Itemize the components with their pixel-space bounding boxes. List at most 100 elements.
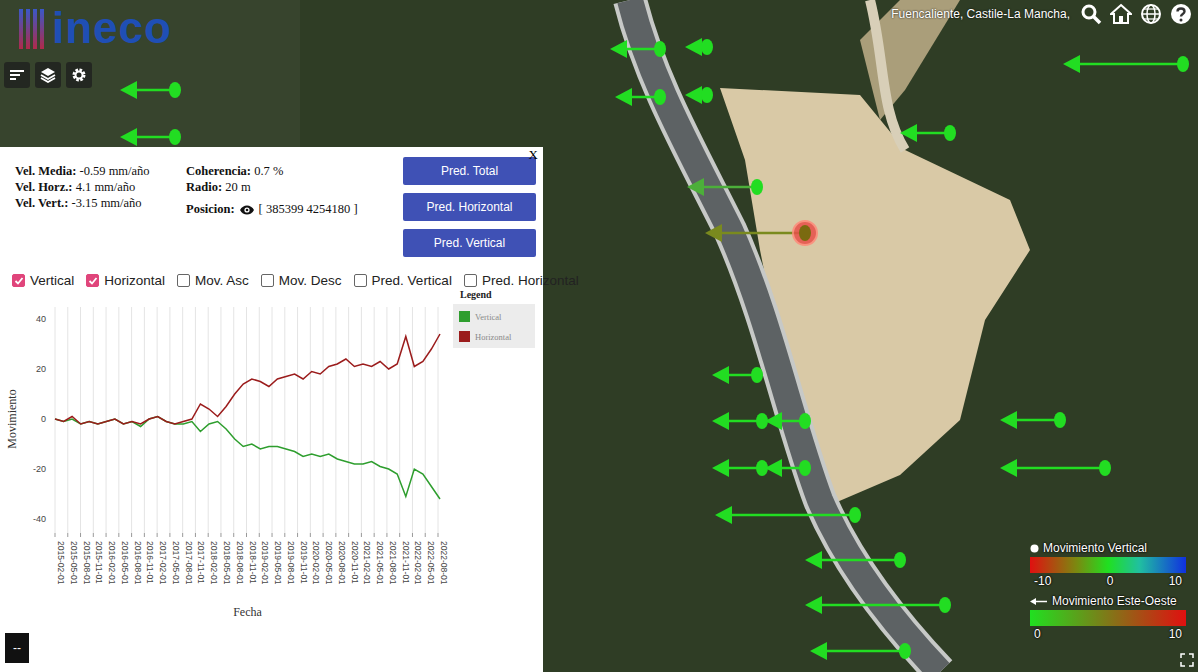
map-marker[interactable] (712, 459, 768, 477)
home-button[interactable] (1110, 3, 1132, 25)
grid-line (80, 307, 81, 533)
legend-title: Movimiento Vertical (1043, 541, 1147, 555)
series-checkbox[interactable]: Mov. Desc (261, 273, 342, 288)
x-tick-label: 2019-11-01 (299, 541, 309, 584)
scale-tick: 10 (1169, 574, 1182, 588)
east-west-arrow-icon (712, 366, 757, 384)
series-checkbox[interactable]: Pred. Horizontal (464, 273, 579, 288)
checkbox-box[interactable] (354, 274, 367, 287)
vertical-dot (899, 643, 911, 659)
checkbox-box[interactable] (86, 274, 99, 287)
east-west-arrow-icon (805, 551, 900, 569)
checkbox-box[interactable] (12, 274, 25, 287)
map-marker[interactable] (1063, 55, 1189, 73)
grid-line (438, 307, 439, 533)
map-marker[interactable] (610, 40, 666, 58)
series-checkbox[interactable]: Pred. Vertical (354, 273, 452, 288)
checkbox-box[interactable] (261, 274, 274, 287)
point-stats: Coherencia: 0.7 %Radio: 20 mPosicion:[ 3… (186, 157, 403, 267)
corner-button[interactable]: -- (5, 633, 29, 663)
menu-button[interactable] (4, 62, 30, 88)
series-line[interactable] (55, 417, 440, 500)
tick-mark (335, 533, 336, 537)
map-marker[interactable] (685, 38, 713, 56)
x-tick-label: 2022-05-01 (426, 541, 436, 585)
scale-tick: -10 (1034, 574, 1051, 588)
series-checkbox[interactable]: Horizontal (86, 273, 165, 288)
logo-stripes-icon (18, 5, 48, 51)
checkbox-box[interactable] (177, 274, 190, 287)
map-marker[interactable] (685, 86, 713, 104)
x-tick-label: 2020-11-01 (350, 541, 360, 584)
search-button[interactable] (1080, 3, 1102, 25)
map-marker[interactable] (805, 596, 951, 614)
map-marker[interactable] (1000, 459, 1111, 477)
tick-mark (374, 533, 375, 537)
checkbox-label: Mov. Desc (279, 273, 342, 288)
tick-mark (93, 533, 94, 537)
grid-line (297, 307, 298, 533)
grid-line (425, 307, 426, 533)
east-west-arrow-icon (805, 596, 945, 614)
checkbox-box[interactable] (464, 274, 477, 287)
legend-label: Vertical (475, 312, 502, 322)
map-marker[interactable] (900, 124, 956, 142)
tick-mark (67, 533, 68, 537)
prediction-button[interactable]: Pred. Horizontal (403, 193, 536, 221)
layers-button[interactable] (35, 62, 61, 88)
series-checkbox[interactable]: Vertical (12, 273, 74, 288)
stat-row: Vel. Media: -0.59 mm/año (15, 164, 186, 179)
point-info-panel: X Vel. Media: -0.59 mm/añoVel. Horz.: 4.1… (0, 147, 543, 672)
globe-button[interactable] (1140, 3, 1162, 25)
tick-mark (259, 533, 260, 537)
fullscreen-button[interactable] (1180, 653, 1194, 667)
map-marker[interactable] (712, 366, 763, 384)
map-marker[interactable] (705, 221, 817, 245)
vertical-dot (944, 125, 956, 141)
map-marker[interactable] (765, 459, 811, 477)
x-tick-label: 2015-08-01 (82, 541, 92, 585)
tick-mark (310, 533, 311, 537)
map-app: ineco Fuencaliente, Castile-La Mancha, X Ve… (0, 0, 1198, 672)
prediction-button[interactable]: Pred. Vertical (403, 229, 536, 257)
checkbox-label: Pred. Horizontal (482, 273, 579, 288)
y-tick-label: -20 (33, 464, 46, 474)
y-tick-label: 0 (41, 414, 46, 424)
tick-mark (195, 533, 196, 537)
map-marker[interactable] (765, 412, 811, 430)
logo-text: ineco (52, 2, 172, 54)
series-line[interactable] (55, 334, 440, 424)
stat-row: Vel. Horz.: 4.1 mm/año (15, 180, 186, 195)
map-marker[interactable] (120, 81, 181, 99)
grid-line (55, 307, 56, 533)
help-button[interactable] (1170, 3, 1192, 25)
x-tick-label: 2018-11-01 (248, 541, 258, 584)
grid-line (220, 307, 221, 533)
map-marker[interactable] (687, 178, 763, 196)
grid-line (106, 307, 107, 533)
map-marker[interactable] (120, 128, 181, 146)
gear-icon (71, 67, 87, 83)
stat-value: 4.1 mm/año (76, 180, 136, 194)
map-marker[interactable] (810, 642, 911, 660)
map-marker[interactable] (1000, 411, 1066, 429)
vertical-dot (701, 39, 713, 55)
map-marker[interactable] (712, 412, 768, 430)
prediction-button[interactable]: Pred. Total (403, 157, 536, 185)
grid-line (259, 307, 260, 533)
logo[interactable]: ineco (18, 2, 172, 54)
settings-button[interactable] (66, 62, 92, 88)
map-legend: Movimiento Vertical-10010Movimiento Este… (1030, 539, 1186, 645)
tick-mark (220, 533, 221, 537)
location-label: Fuencaliente, Castile-La Mancha, (889, 3, 1072, 25)
close-button[interactable]: X (527, 147, 540, 163)
x-tick-label: 2021-11-01 (401, 541, 411, 584)
vertical-dot (849, 507, 861, 523)
grid-line (144, 307, 145, 533)
map-marker[interactable] (805, 551, 906, 569)
map-marker[interactable] (715, 506, 861, 524)
map-marker[interactable] (615, 88, 666, 106)
grid-line (348, 307, 349, 533)
series-checkbox[interactable]: Mov. Asc (177, 273, 249, 288)
show-position-button[interactable] (239, 204, 255, 216)
